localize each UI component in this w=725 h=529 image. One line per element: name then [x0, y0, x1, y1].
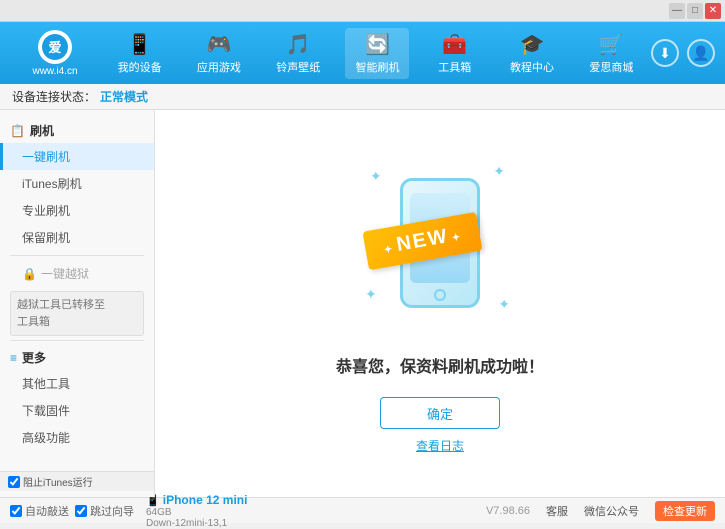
nav-items: 📱 我的设备 🎮 应用游戏 🎵 铃声壁纸 🔄 智能刷机 🧰 工具箱 🎓 教程中心… — [100, 28, 651, 79]
update-button[interactable]: 检查更新 — [655, 501, 715, 521]
device-storage: 64GB — [146, 507, 247, 518]
jailbreak-label: 一键越狱 — [41, 265, 89, 282]
sidebar-item-other-tools[interactable]: 其他工具 — [0, 370, 154, 397]
main-layout: 📋 刷机 一键刷机 iTunes刷机 专业刷机 保留刷机 🔒 一键越狱 越狱工具… — [0, 110, 725, 497]
status-value: 正常模式 — [100, 88, 148, 105]
sidebar-section-flash: 📋 刷机 — [0, 118, 154, 143]
wechat-link[interactable]: 微信公众号 — [584, 503, 639, 519]
shop-icon: 🛒 — [599, 32, 624, 57]
download-btn[interactable]: ⬇ — [651, 39, 679, 67]
my-device-icon: 📱 — [127, 32, 152, 57]
ringtones-icon: 🎵 — [286, 32, 311, 57]
view-log-link[interactable]: 查看日志 — [416, 437, 464, 454]
support-link[interactable]: 客服 — [546, 503, 568, 519]
device-model: Down-12mini-13,1 — [146, 518, 247, 529]
nav-my-device[interactable]: 📱 我的设备 — [108, 28, 172, 79]
top-nav: 爱 www.i4.cn 📱 我的设备 🎮 应用游戏 🎵 铃声壁纸 🔄 智能刷机 … — [0, 22, 725, 84]
sparkle-3: ✦ — [365, 286, 377, 303]
success-message: 恭喜您，保资料刷机成功啦！ — [336, 353, 544, 377]
jailbreak-info: 越狱工具已转移至工具箱 — [10, 291, 144, 336]
itunes-status-bar[interactable]: 阻止iTunes运行 — [0, 471, 154, 491]
auto-start-checkbox[interactable] — [10, 505, 22, 517]
shop-label: 爱思商城 — [589, 59, 633, 75]
confirm-button[interactable]: 确定 — [380, 397, 500, 429]
apps-games-icon: 🎮 — [206, 32, 231, 57]
wizard-skip-checkbox[interactable] — [75, 505, 87, 517]
smart-shop-label: 智能刷机 — [355, 59, 399, 75]
itunes-label: 阻止iTunes运行 — [23, 474, 93, 489]
status-bar: 设备连接状态： 正常模式 — [0, 84, 725, 110]
sparkle-1: ✦ — [370, 168, 382, 185]
logo-icon: 爱 — [42, 34, 68, 60]
wizard-skip-label: 跳过向导 — [90, 503, 134, 519]
device-name: iPhone 12 mini — [163, 493, 248, 507]
ringtones-label: 铃声壁纸 — [276, 59, 320, 75]
device-info: 📱 iPhone 12 mini 64GB Down-12mini-13,1 — [146, 493, 247, 529]
content-area: ✦ ✦ ✦ ✦ NEW 恭喜您，保资料刷机成功啦！ 确定 查看日志 — [155, 110, 725, 497]
sparkle-2: ✦ — [493, 163, 505, 180]
version-text: V7.98.66 — [486, 505, 530, 517]
user-btn[interactable]: 👤 — [687, 39, 715, 67]
itunes-checkbox[interactable] — [8, 476, 20, 488]
wizard-skip-checkbox-container[interactable]: 跳过向导 — [75, 503, 134, 519]
sidebar-section-jailbreak: 🔒 一键越狱 — [0, 260, 154, 287]
more-section-icon: ≡ — [10, 351, 17, 365]
toolbox-icon: 🧰 — [442, 32, 467, 57]
toolbox-label: 工具箱 — [438, 59, 471, 75]
tutorials-icon: 🎓 — [520, 32, 545, 57]
nav-shop[interactable]: 🛒 爱思商城 — [579, 28, 643, 79]
auto-start-checkbox-container[interactable]: 自动敲送 — [10, 503, 69, 519]
bottom-left: 自动敲送 跳过向导 📱 iPhone 12 mini 64GB Down-12m… — [10, 493, 247, 529]
tutorials-label: 教程中心 — [510, 59, 554, 75]
nav-right: ⬇ 👤 — [651, 39, 715, 67]
sidebar-section-more: ≡ 更多 — [0, 345, 154, 370]
auto-start-label: 自动敲送 — [25, 503, 69, 519]
sidebar-item-advanced[interactable]: 高级功能 — [0, 424, 154, 451]
lock-icon: 🔒 — [22, 267, 37, 281]
sidebar: 📋 刷机 一键刷机 iTunes刷机 专业刷机 保留刷机 🔒 一键越狱 越狱工具… — [0, 110, 155, 497]
flash-section-icon: 📋 — [10, 124, 25, 138]
device-phone-icon: 📱 iPhone 12 mini — [146, 493, 247, 507]
sidebar-item-itunes-flash[interactable]: iTunes刷机 — [0, 170, 154, 197]
title-bar: — □ ✕ — [0, 0, 725, 22]
nav-toolbox[interactable]: 🧰 工具箱 — [425, 28, 485, 79]
apps-games-label: 应用游戏 — [197, 59, 241, 75]
my-device-label: 我的设备 — [118, 59, 162, 75]
divider-1 — [10, 255, 144, 256]
sidebar-item-one-click-flash[interactable]: 一键刷机 — [0, 143, 154, 170]
nav-ringtones[interactable]: 🎵 铃声壁纸 — [266, 28, 330, 79]
success-illustration: ✦ ✦ ✦ ✦ NEW — [350, 153, 530, 333]
nav-tutorials[interactable]: 🎓 教程中心 — [500, 28, 564, 79]
flash-section-label: 刷机 — [30, 122, 54, 139]
nav-apps-games[interactable]: 🎮 应用游戏 — [187, 28, 251, 79]
minimize-btn[interactable]: — — [669, 3, 685, 19]
maximize-btn[interactable]: □ — [687, 3, 703, 19]
nav-smart-shop[interactable]: 🔄 智能刷机 — [345, 28, 409, 79]
logo-text: www.i4.cn — [32, 66, 77, 77]
more-section-label: 更多 — [22, 349, 46, 366]
sidebar-item-pro-flash[interactable]: 专业刷机 — [0, 197, 154, 224]
sidebar-item-download-fw[interactable]: 下载固件 — [0, 397, 154, 424]
bottom-right: V7.98.66 客服 微信公众号 检查更新 — [486, 501, 715, 521]
logo: 爱 www.i4.cn — [10, 30, 100, 77]
close-btn[interactable]: ✕ — [705, 3, 721, 19]
sparkle-4: ✦ — [498, 296, 510, 313]
divider-2 — [10, 340, 144, 341]
status-label: 设备连接状态： — [12, 88, 96, 105]
phone-home-btn — [434, 289, 446, 301]
smart-shop-icon: 🔄 — [365, 32, 390, 57]
sidebar-item-data-flash[interactable]: 保留刷机 — [0, 224, 154, 251]
logo-circle: 爱 — [38, 30, 72, 64]
bottom-bar: 自动敲送 跳过向导 📱 iPhone 12 mini 64GB Down-12m… — [0, 497, 725, 523]
